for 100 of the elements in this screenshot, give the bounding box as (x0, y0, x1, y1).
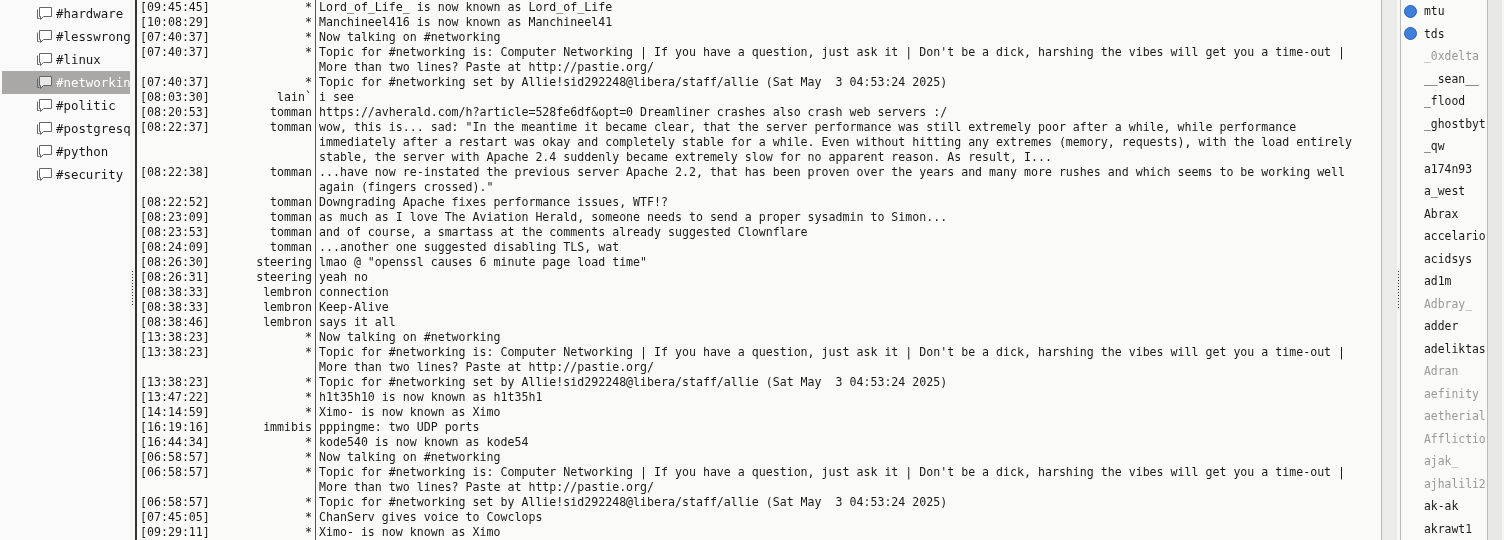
timestamp: [09:45:45] (140, 0, 211, 15)
user-item[interactable]: accelario (1424, 229, 1486, 244)
nickname: steering (255, 255, 313, 270)
nickname: lembron (262, 315, 313, 330)
nickname: * (304, 330, 313, 345)
nickname: * (304, 0, 313, 15)
timestamp: [08:23:53] (140, 225, 211, 240)
user-item[interactable]: akrawt1 (1424, 521, 1472, 536)
chat-bubble-icon (36, 75, 53, 90)
message-text: Topic for #networking set by Allie!sid292248@libera/staff/allie (Sat May 3 04:53:24 2025) (319, 75, 948, 90)
nickname: * (304, 390, 313, 405)
nickname: * (304, 435, 313, 450)
message-text: kode540 is now known as kode54 (319, 435, 529, 450)
nickname: immibis (262, 420, 313, 435)
timestamp: [14:14:59] (140, 405, 211, 420)
user-item[interactable]: adeliktas (1424, 341, 1486, 356)
nickname: * (304, 75, 313, 90)
chat-bubble-icon (36, 29, 53, 44)
nickname: steering (255, 270, 313, 285)
user-item[interactable]: __sean__ (1424, 71, 1479, 86)
chat-bubble-icon (36, 98, 53, 113)
user-item[interactable]: Abrax (1424, 206, 1459, 221)
timestamp: [08:22:52] (140, 195, 211, 210)
user-item[interactable]: _flood (1424, 94, 1466, 109)
nickname: * (304, 45, 313, 61)
chat-bubble-icon (36, 144, 53, 159)
user-item[interactable]: ad1m (1424, 274, 1452, 289)
user-item[interactable]: _ghostbyt (1424, 116, 1486, 131)
message-text: ...another one suggested disabling TLS, wat (319, 240, 620, 255)
user-item[interactable]: a174n93 (1424, 161, 1472, 176)
message-text: Topic for #networking set by Allie!sid292248@libera/staff/allie (Sat May 3 04:53:24 2025) (319, 375, 948, 390)
timestamp: [08:26:31] (140, 270, 211, 285)
timestamp: [10:08:29] (140, 15, 211, 30)
message-text: Now talking on #networking (319, 330, 501, 345)
message-text: again (fingers crossed)." (319, 180, 495, 195)
nickname: * (304, 15, 313, 30)
channel-item[interactable]: #security (2, 163, 130, 186)
message-text: Ximo- is now known as Ximo (319, 405, 501, 420)
message-text: yeah no (319, 270, 368, 285)
message-text: lmao @ "openssl causes 6 minute page load time" (319, 255, 648, 270)
user-item[interactable]: a_west (1424, 184, 1466, 199)
timestamp: [06:58:57] (140, 450, 211, 465)
scrollbar[interactable] (1382, 0, 1397, 540)
timestamp: [07:40:37] (140, 45, 211, 61)
message-text: connection (319, 285, 389, 300)
timestamp: [13:38:23] (140, 330, 211, 345)
nickname: tomman (269, 240, 313, 255)
timestamp: [16:44:34] (140, 435, 211, 450)
user-item[interactable]: ak-ak (1424, 499, 1459, 514)
channel-item[interactable]: #politic (2, 94, 130, 117)
nickname: tomman (269, 165, 313, 181)
timestamp: [08:38:46] (140, 315, 211, 330)
channel-item[interactable]: #linux (2, 48, 130, 71)
nickname: tomman (269, 105, 313, 120)
message-text: Keep-Alive (319, 300, 389, 315)
timestamp: [08:22:38] (140, 165, 211, 181)
message-text: immediately after a restart was okay and completely stable for a while. Even without hitting any extremes (memory, requests), with the load entirely (319, 135, 1353, 150)
timestamp: [16:19:16] (140, 420, 211, 435)
timestamp: [07:40:37] (140, 75, 211, 90)
message-text: says it all (319, 315, 396, 330)
nickname: tomman (269, 225, 313, 240)
nickname: * (304, 30, 313, 45)
message-text: Lord_of_Life_ is now known as Lord_of_Life (319, 0, 613, 15)
timestamp: [08:23:09] (140, 210, 211, 225)
user-item[interactable]: adder (1424, 319, 1459, 334)
nickname: tomman (269, 120, 313, 136)
nickname: * (304, 525, 313, 540)
channel-item[interactable]: #postgresq (2, 117, 130, 140)
nickname: * (304, 450, 313, 465)
message-text: Now talking on #networking (319, 450, 501, 465)
user-item[interactable]: tds (1424, 26, 1445, 41)
timestamp: [13:38:23] (140, 375, 211, 390)
message-text: Topic for #networking is: Computer Networking | If you have a question, just ask it | Don't be a dick, harshing the vibes will get you a time-out | (319, 465, 1346, 480)
message-text: Now talking on #networking (319, 30, 501, 45)
nickname: * (304, 345, 313, 361)
message-text: stable, the server with Apache 2.4 suddenly became extremely slow for no apparent reason. As result, I... (319, 150, 1053, 165)
timestamp: [08:38:33] (140, 285, 211, 300)
message-text: as much as I love The Aviation Herald, someone needs to send a proper sysadmin to Simon... (319, 210, 948, 225)
scrollbar[interactable] (1488, 0, 1502, 540)
chat-bubble-icon (36, 167, 53, 182)
user-item[interactable]: acidsys (1424, 251, 1472, 266)
timestamp: [09:29:11] (140, 525, 211, 540)
channel-item[interactable]: #hardware (2, 2, 130, 25)
message-text: Ximo- is now known as Ximo (319, 525, 501, 540)
chat-bubble-icon (36, 6, 53, 21)
message-text: wow, this is... sad: "In the meantime it became clear, that the server performance was still extremely poor after a while, while performance (319, 120, 1298, 135)
user-item[interactable]: mtu (1424, 4, 1445, 19)
user-item[interactable]: _qw (1424, 139, 1445, 154)
nickname: * (304, 495, 313, 510)
message-text: i see (319, 90, 354, 105)
message-text: h1t35h10 is now known as h1t35h1 (319, 390, 543, 405)
channel-item[interactable]: #lesswrong (2, 25, 130, 48)
timestamp: [07:45:05] (140, 510, 211, 525)
timestamp: [08:38:33] (140, 300, 211, 315)
message-text: ...have now re-instated the previous server Apache 2.2, that has been proven over the years and many more rushes and which seems to be working well (319, 165, 1346, 180)
message-text: pppingme: two UDP ports (319, 420, 480, 435)
nickname: * (304, 465, 313, 481)
channel-item[interactable]: #python (2, 140, 130, 163)
message-text: ChanServ gives voice to Cowclops (319, 510, 543, 525)
nickname: * (304, 405, 313, 420)
